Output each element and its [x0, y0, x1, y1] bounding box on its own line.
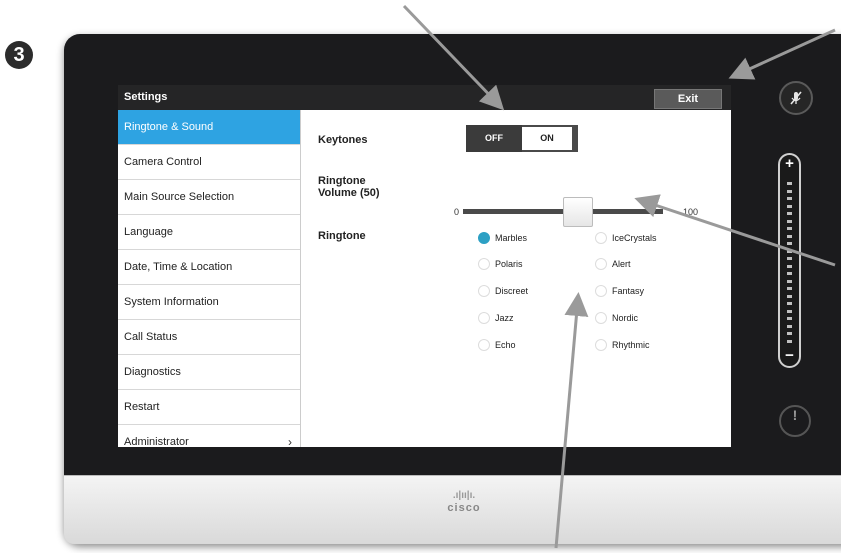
annotation-arrows [402, 4, 836, 549]
arrow-to-ringtone-options [554, 292, 589, 549]
arrow-to-volume-slider [634, 194, 836, 267]
arrow-to-keytones [402, 4, 505, 111]
arrow-to-exit [728, 28, 836, 80]
